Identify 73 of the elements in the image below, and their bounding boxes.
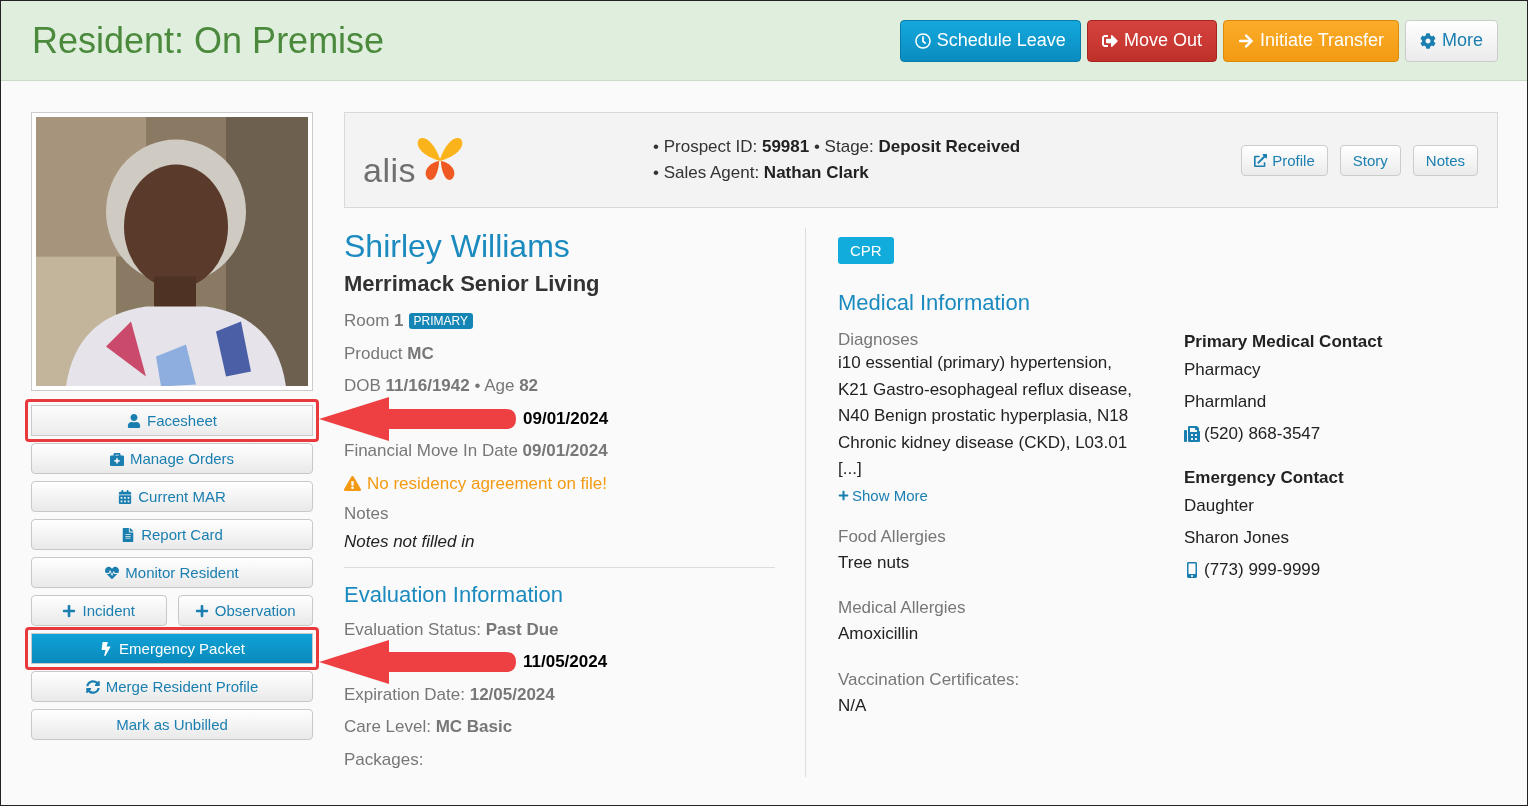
action-button[interactable]: Report Card xyxy=(31,519,313,550)
field-label: Diagnoses xyxy=(838,330,920,350)
contact-detail: Sharon Jones xyxy=(1184,528,1290,548)
evaluation-detail: 11/05/2024 xyxy=(523,652,608,673)
section-title: Evaluation Information xyxy=(344,581,564,608)
contact-detail: Pharmacy xyxy=(1184,360,1262,380)
cpr-badge: CPR xyxy=(838,237,894,264)
action-button[interactable]: Current MAR xyxy=(31,481,313,512)
user-icon xyxy=(126,413,141,428)
header-button[interactable]: Move Out xyxy=(1086,19,1217,62)
plus-icon xyxy=(194,603,209,618)
evaluation-detail: Packages: xyxy=(344,749,424,770)
field-label: Vaccination Certificates: xyxy=(838,669,1021,690)
primary-badge: PRIMARY xyxy=(408,313,473,330)
resident-detail: Room 1 xyxy=(344,311,404,332)
prospect-info: • Prospect ID: 59981 • Stage: Deposit Received xyxy=(653,137,1022,157)
warning-text: No residency agreement on file! xyxy=(367,473,608,494)
heartbeat-icon xyxy=(105,565,120,580)
evaluation-detail: Expiration Date: 12/05/2024 xyxy=(344,684,555,705)
document-icon xyxy=(121,527,136,542)
notes-text: Notes not filled in xyxy=(344,531,476,552)
highlighted-action-button[interactable]: Facesheet xyxy=(25,399,319,442)
phone-number: (520) 868-3547 xyxy=(1204,424,1321,444)
action-button[interactable]: Monitor Resident xyxy=(31,557,313,588)
header-button[interactable]: More xyxy=(1405,19,1498,62)
section-title: Medical Information xyxy=(838,290,1031,316)
contact-title: Primary Medical Contact xyxy=(1184,332,1384,352)
profile-button[interactable]: Story xyxy=(1339,144,1401,176)
resident-detail: DOB 11/16/1942 • Age 82 xyxy=(344,376,539,397)
field-label: Medical Allergies xyxy=(838,598,967,618)
profile-button[interactable]: Profile xyxy=(1241,144,1328,176)
phone-number: (773) 999-9999 xyxy=(1204,560,1321,580)
action-button[interactable]: Observation xyxy=(177,595,313,626)
resident-name: Shirley Williams xyxy=(344,228,571,264)
external-link-icon xyxy=(1254,153,1268,167)
contact-detail: Pharmland xyxy=(1184,392,1268,412)
mobile-phone-icon xyxy=(1184,562,1200,578)
clock-icon xyxy=(914,32,931,49)
evaluation-detail: Evaluation Status: Past Due xyxy=(344,619,559,640)
notes-label: Notes xyxy=(344,503,390,524)
action-button[interactable]: Mark as Unbilled xyxy=(31,709,313,740)
prospect-info: • Sales Agent: Nathan Clark xyxy=(653,163,870,183)
arrow-right-icon xyxy=(1237,32,1254,49)
warning-icon xyxy=(344,475,361,492)
action-button[interactable]: Incident xyxy=(31,595,167,626)
field-value: Amoxicillin xyxy=(838,623,920,645)
calendar-icon xyxy=(118,489,133,504)
plus-icon xyxy=(62,603,77,618)
page-title: Resident: On Premise xyxy=(32,19,385,62)
medical-kit-icon xyxy=(109,451,124,466)
plus-icon xyxy=(838,489,849,501)
logo-text: alis xyxy=(363,153,417,187)
profile-button[interactable]: Notes xyxy=(1412,144,1478,176)
diagnoses-text: i10 essential (primary) hypertension, K21 Gastro-esophageal reflux disease, N40 Benign prostatic hyperplasia, N18 Chronic kidney disease (CKD), L03.01 [...] xyxy=(838,352,1133,480)
resident-detail: Financial Move In Date 09/01/2024 xyxy=(344,441,608,462)
exit-icon xyxy=(1101,32,1118,49)
contact-detail: Daughter xyxy=(1184,496,1255,516)
field-label: Food Allergies xyxy=(838,526,947,547)
contact-title: Emergency Contact xyxy=(1184,468,1345,488)
highlighted-action-button[interactable]: Emergency Packet xyxy=(25,627,319,670)
community-name: Merrimack Senior Living xyxy=(344,271,601,297)
evaluation-detail: Care Level: MC Basic xyxy=(344,717,513,738)
action-button[interactable]: Manage Orders xyxy=(31,443,313,474)
header-button[interactable]: Schedule Leave xyxy=(899,19,1081,62)
action-button[interactable]: Merge Resident Profile xyxy=(31,671,313,702)
resident-detail: 09/01/2024 xyxy=(523,408,609,429)
refresh-icon xyxy=(85,679,100,694)
show-more-link[interactable]: Show More xyxy=(838,486,928,504)
settings-icon xyxy=(1420,32,1436,49)
fax-icon xyxy=(1184,426,1200,442)
field-value: Tree nuts xyxy=(838,551,911,574)
field-value: N/A xyxy=(838,694,868,717)
resident-detail: Product MC xyxy=(344,343,434,364)
